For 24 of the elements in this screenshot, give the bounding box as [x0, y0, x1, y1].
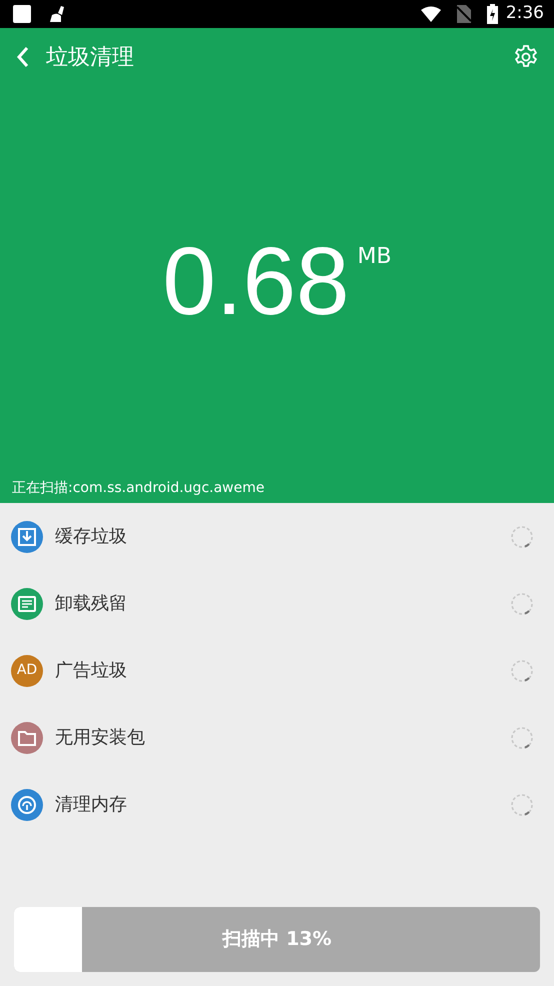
size-unit: MB — [357, 243, 392, 271]
progress-bar[interactable]: 扫描中 13% — [14, 907, 540, 972]
size-value: 0.68 — [162, 234, 350, 330]
category-label: 缓存垃圾 — [55, 525, 128, 549]
category-label: 广告垃圾 — [55, 659, 128, 683]
loading-spinner-icon — [510, 658, 534, 682]
settings-icon[interactable] — [514, 45, 538, 69]
back-icon[interactable] — [16, 46, 30, 68]
scanning-status: 正在扫描:com.ss.android.ugc.aweme — [11, 479, 266, 498]
category-label: 无用安装包 — [55, 726, 146, 750]
loading-spinner-icon — [510, 792, 534, 816]
loading-spinner-icon — [510, 592, 534, 616]
category-label: 清理内存 — [55, 793, 128, 817]
ad-icon: AD — [11, 654, 43, 686]
loading-spinner-icon — [510, 524, 534, 548]
notification-icon — [12, 4, 32, 24]
clock-time: 2:36 — [506, 2, 544, 26]
battery-icon — [486, 4, 498, 24]
loading-spinner-icon — [510, 726, 534, 750]
progress-label: 扫描中 13% — [222, 927, 332, 952]
category-label: 卸载残留 — [55, 592, 128, 616]
wifi-icon — [420, 6, 441, 22]
no-sim-icon — [456, 5, 471, 23]
page-title: 垃圾清理 — [46, 44, 135, 72]
